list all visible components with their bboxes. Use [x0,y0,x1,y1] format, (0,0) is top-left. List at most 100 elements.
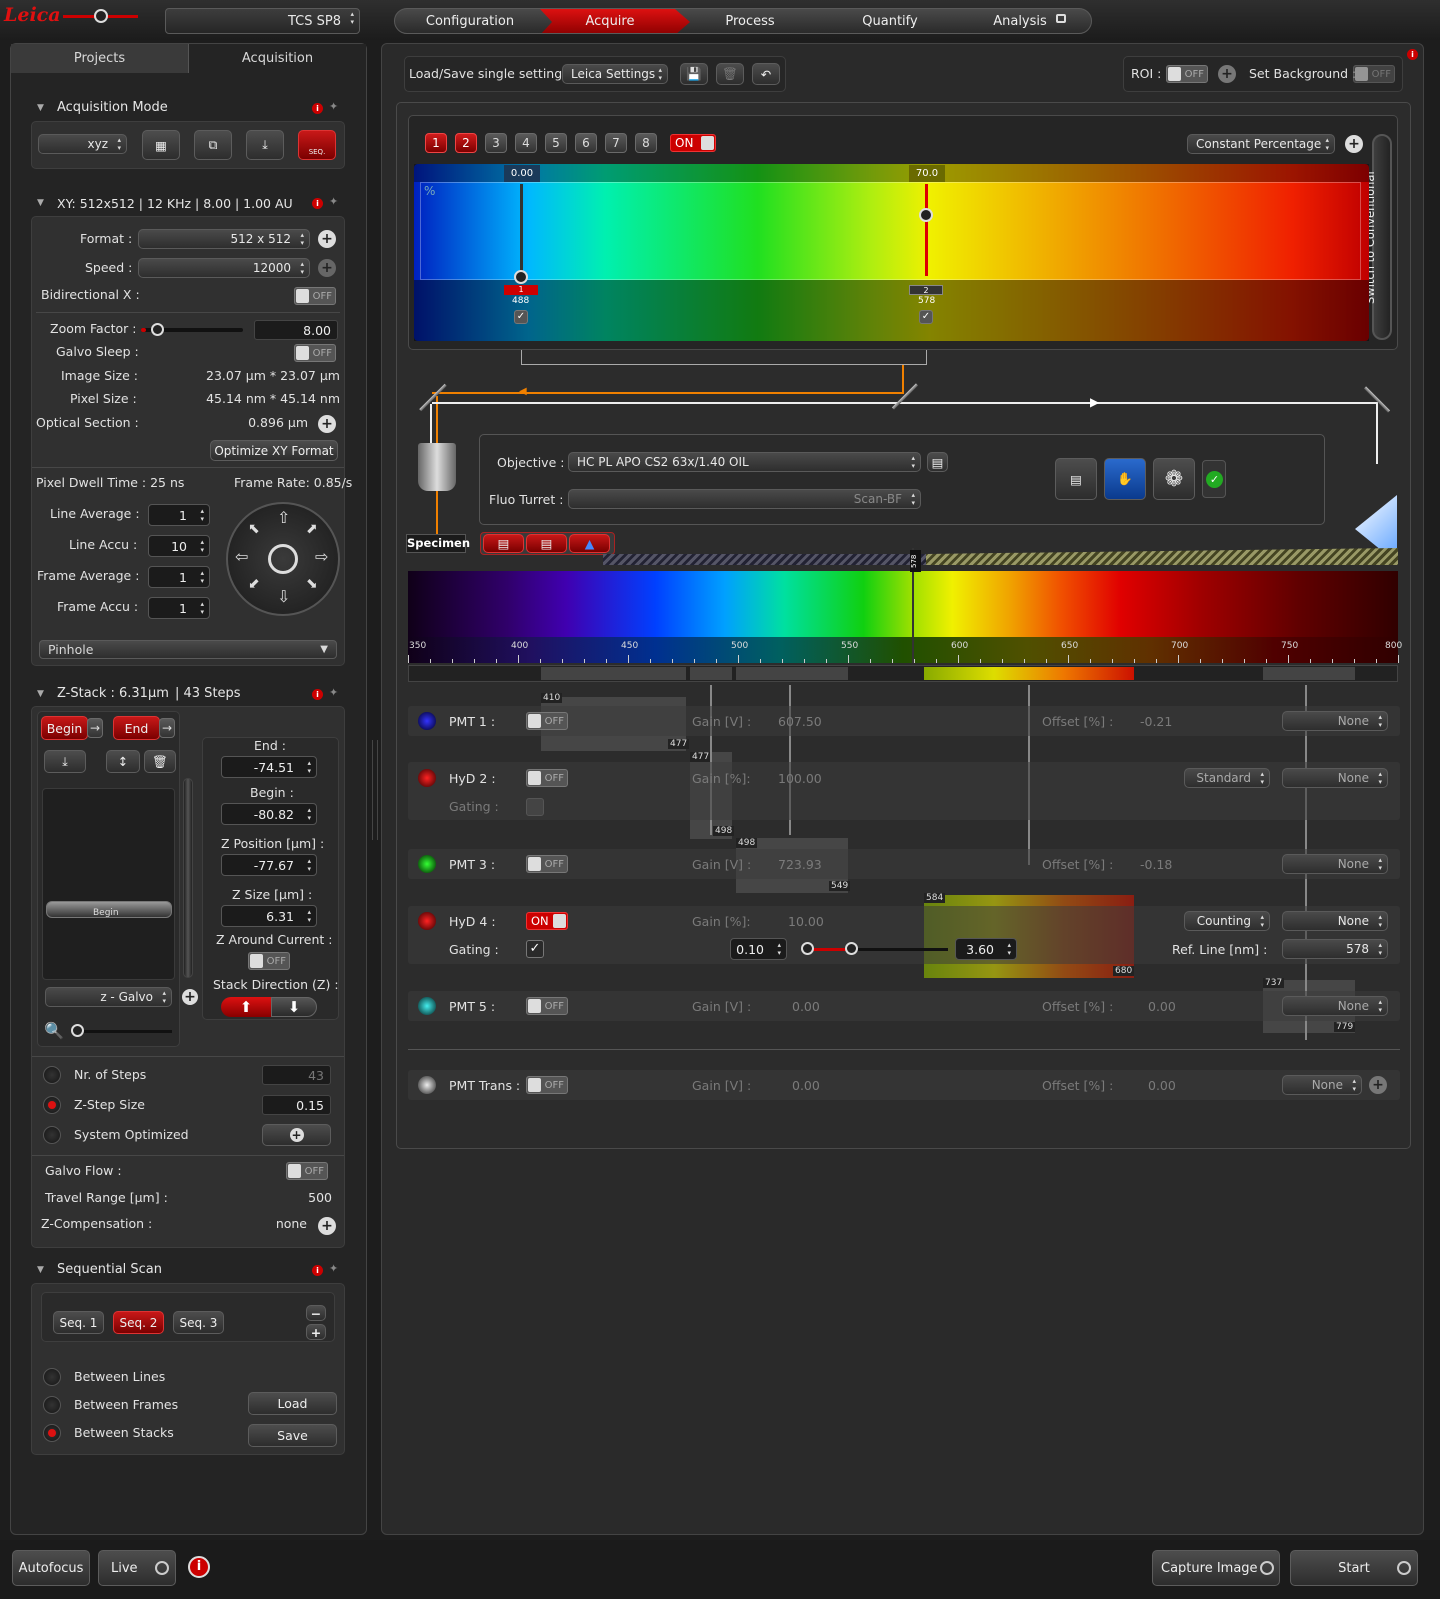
z-step-size-value[interactable]: 0.15 [262,1095,331,1115]
laser-1-button[interactable]: 1 [425,133,447,153]
arrow-downright-icon[interactable]: ⬊ [306,576,318,592]
collapse-triangle-icon[interactable]: ▼ [37,198,44,208]
pmt5-offset-value[interactable]: 0.00 [1148,999,1176,1014]
set-end-button[interactable]: End [113,716,160,740]
info-icon[interactable]: i [312,1265,323,1276]
pmt-trans-gain-value[interactable]: 0.00 [792,1078,820,1093]
laser1-checkbox[interactable]: ✓ [514,310,528,324]
line-accu-spinner[interactable]: 10 [148,535,210,557]
z-galvo-select[interactable]: z - Galvo [45,987,172,1007]
hyd4-color-led[interactable] [418,912,436,930]
between-frames-radio[interactable] [43,1396,61,1414]
stage-icon[interactable]: ✋ [1104,458,1146,500]
laser-6-button[interactable]: 6 [575,133,597,153]
objective-settings-icon[interactable]: ▤ [927,452,948,472]
objective-select[interactable]: HC PL APO CS2 63x/1.40 OIL [568,452,921,472]
hyd4-lut-select[interactable]: None [1282,911,1388,931]
pin-icon[interactable]: ✦ [329,686,338,699]
pmt3-gain-value[interactable]: 723.93 [778,857,822,872]
speed-add-icon[interactable]: + [318,259,336,277]
set-begin-button[interactable]: Begin [41,716,88,740]
hyd4-gate-handle-min[interactable] [801,942,814,955]
collapse-triangle-icon[interactable]: ▼ [37,103,44,113]
laser2-power-slider[interactable] [925,184,928,276]
tab-acquisition[interactable]: Acquisition [189,44,366,73]
z-step-size-radio[interactable] [43,1096,61,1114]
pmt-trans-color-led[interactable] [418,1076,436,1094]
zoom-value[interactable]: 8.00 [254,320,338,340]
seq-2-tab[interactable]: Seq. 2 [113,1311,164,1334]
seq-3-tab[interactable]: Seq. 3 [173,1311,224,1334]
system-optimized-button[interactable]: + [262,1124,331,1146]
zoom-in-icon[interactable]: 🔍 [44,1021,64,1040]
laser2-checkbox[interactable]: ✓ [919,310,933,324]
seq-load-button[interactable]: Load [248,1392,337,1415]
roi-toggle[interactable]: OFF [1166,65,1208,83]
arrow-upleft-icon[interactable]: ⬉ [248,521,260,537]
tab-acquire[interactable]: Acquire [540,8,680,34]
tile-scan-button[interactable]: ▦ [142,130,180,160]
roi-add-icon[interactable]: + [1218,65,1236,83]
laser1-power-handle[interactable] [514,270,528,284]
hyd4-gain-value[interactable]: 10.00 [788,914,824,929]
view-mode-1-button[interactable]: ▤ [483,534,524,553]
laser-5-button[interactable]: 5 [545,133,567,153]
laser-8-button[interactable]: 8 [635,133,657,153]
laser-7-button[interactable]: 7 [605,133,627,153]
pmt-trans-lut-select[interactable]: None [1282,1075,1362,1095]
z-size-spinner[interactable]: 6.31 [221,905,317,927]
pmt1-offset-value[interactable]: -0.21 [1140,714,1172,729]
hyd2-gating-checkbox[interactable] [526,798,544,816]
panel-splitter[interactable] [372,740,378,840]
hyd2-color-led[interactable] [418,769,436,787]
hyd4-gate-max-spinner[interactable]: 3.60 [955,938,1017,960]
direction-down-button[interactable]: ⬇ [271,997,317,1017]
info-icon[interactable]: i [312,689,323,700]
line-average-spinner[interactable]: 1 [148,504,210,526]
hyd2-toggle[interactable]: OFF [526,769,568,787]
move-down-icon[interactable]: ⤓ [44,750,86,773]
laser2-power-handle[interactable] [919,208,933,222]
arrow-up-icon[interactable]: ⇧ [277,508,290,527]
pin-icon[interactable]: ✦ [329,1262,338,1275]
arrow-downleft-icon[interactable]: ⬋ [248,576,260,592]
fluo-turret-select[interactable]: Scan-BF [568,489,921,509]
acq-mode-select[interactable]: xyz [38,134,127,154]
brightness-slider-handle[interactable] [94,9,108,23]
between-stacks-radio[interactable] [43,1424,61,1442]
pin-icon[interactable]: ✦ [329,100,338,113]
z-begin-spinner[interactable]: -80.82 [221,803,317,825]
laser-4-button[interactable]: 4 [515,133,537,153]
pmt1-color-led[interactable] [418,712,436,730]
pmt3-lut-select[interactable]: None [1282,854,1388,874]
seq-1-tab[interactable]: Seq. 1 [53,1311,104,1334]
info-bottom-icon[interactable]: i [188,1556,210,1578]
between-lines-radio[interactable] [43,1368,61,1386]
pmt5-color-led[interactable] [418,997,436,1015]
pmt5-toggle[interactable]: OFF [526,997,568,1015]
arrow-left-icon[interactable]: ⇦ [235,547,248,566]
hyd2-gain-value[interactable]: 100.00 [778,771,822,786]
speed-select[interactable]: 12000 [138,258,310,278]
hyd2-lut-select[interactable]: None [1282,768,1388,788]
pmt3-offset-value[interactable]: -0.18 [1140,857,1172,872]
direction-up-button[interactable]: ⬆ [221,997,271,1017]
pmt3-toggle[interactable]: OFF [526,855,568,873]
collapse-triangle-icon[interactable]: ▼ [37,689,44,699]
pmt5-gain-value[interactable]: 0.00 [792,999,820,1014]
hyd4-refline-select[interactable]: 578 [1282,939,1388,959]
save-icon[interactable]: 💾 [680,63,708,85]
laser-3-button[interactable]: 3 [485,133,507,153]
info-icon[interactable]: i [312,198,323,209]
mark-position-button[interactable]: ⧉ [194,130,232,160]
slider-icon[interactable]: ▤ [1055,458,1097,500]
hyd4-gating-checkbox[interactable]: ✓ [526,940,544,958]
laser2-power-value[interactable]: 70.0 [909,165,945,182]
z-zoom-handle[interactable] [71,1024,84,1037]
info-icon[interactable]: i [1407,49,1418,60]
center-icon[interactable]: ↕ [106,750,140,773]
seq-remove-button[interactable]: − [306,1305,326,1321]
z-compensation-add-icon[interactable]: + [318,1217,336,1235]
autofocus-button[interactable]: Autofocus [12,1550,90,1586]
pmt-trans-add-icon[interactable]: + [1369,1076,1387,1094]
